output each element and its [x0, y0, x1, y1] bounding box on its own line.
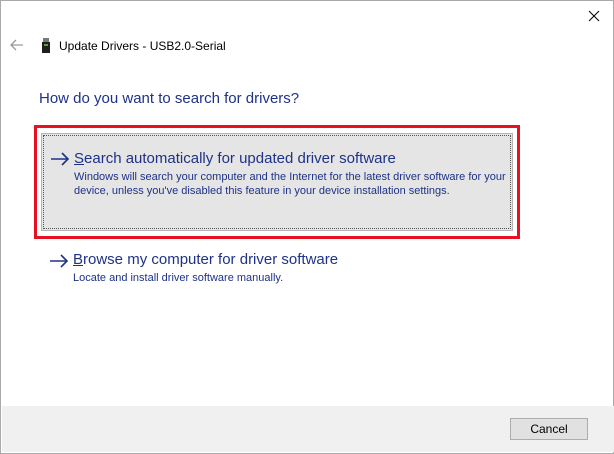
- browse-computer-option[interactable]: Browse my computer for driver software L…: [41, 247, 513, 291]
- back-arrow-icon: [10, 39, 23, 51]
- option-description: Locate and install driver software manua…: [73, 272, 284, 284]
- back-button[interactable]: [7, 35, 27, 55]
- usb-device-icon: [42, 38, 50, 53]
- option-text: Browse my computer for driver software L…: [73, 251, 338, 285]
- search-automatically-option[interactable]: Search automatically for updated driver …: [41, 133, 513, 231]
- access-key-letter: S: [74, 150, 85, 167]
- footer-bar: Cancel: [2, 406, 614, 452]
- option-title-rest: rowse my computer for driver software: [83, 251, 339, 268]
- option-description: Windows will search your computer and th…: [74, 171, 506, 197]
- window-title: Update Drivers - USB2.0-Serial: [59, 39, 226, 53]
- access-key-letter: B: [73, 251, 84, 268]
- update-drivers-window: Update Drivers - USB2.0-Serial How do yo…: [0, 0, 614, 454]
- right-arrow-icon: [51, 152, 70, 166]
- option-title-rest: earch automatically for updated driver s…: [84, 150, 396, 167]
- page-heading: How do you want to search for drivers?: [39, 90, 300, 107]
- option-text: Search automatically for updated driver …: [74, 150, 510, 198]
- close-icon: [588, 10, 600, 22]
- right-arrow-icon: [50, 254, 69, 268]
- close-button[interactable]: [583, 5, 605, 27]
- option-title: Search automatically for updated driver …: [74, 150, 510, 168]
- cancel-button[interactable]: Cancel: [510, 418, 588, 440]
- option-title: Browse my computer for driver software: [73, 251, 338, 269]
